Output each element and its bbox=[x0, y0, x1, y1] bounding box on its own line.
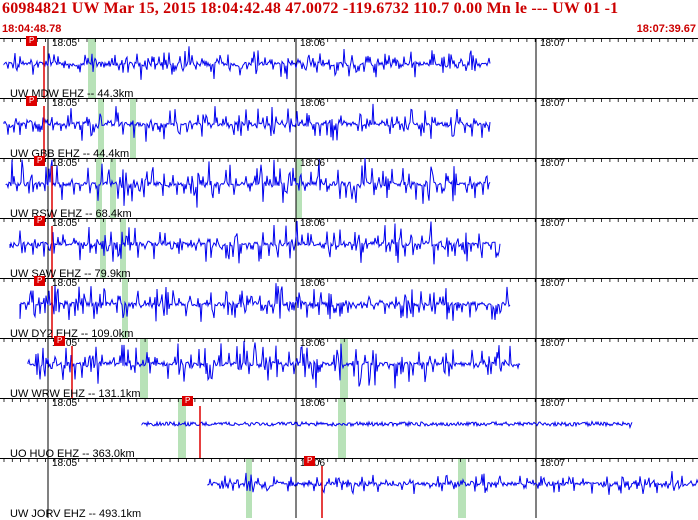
time-tick-label: 18:05 bbox=[52, 38, 78, 49]
time-tick-label: 18:05 bbox=[52, 458, 78, 469]
pick-marker[interactable]: P bbox=[54, 336, 66, 346]
analysis-window bbox=[140, 338, 148, 398]
trace-panel[interactable]: 18:0518:0618:07PUW JORV EHZ -- 493.1km bbox=[0, 456, 698, 520]
pick-marker[interactable]: P bbox=[26, 36, 38, 46]
pick-marker[interactable]: P bbox=[34, 276, 46, 286]
waveform bbox=[5, 158, 491, 208]
time-tick-label: 18:05 bbox=[52, 278, 78, 289]
analysis-window bbox=[338, 398, 346, 458]
trace-panel[interactable]: 18:0518:0618:07PUW WRW EHZ -- 131.1km bbox=[0, 336, 698, 400]
analysis-window bbox=[458, 458, 466, 518]
time-tick-label: 18:06 bbox=[300, 338, 326, 349]
end-time: 18:07:39.67 bbox=[636, 23, 696, 35]
time-tick-label: 18:07 bbox=[540, 398, 566, 409]
trace-panel[interactable]: 18:05 18:06 18:07 P UW RSW EHZ -- 68.4km bbox=[0, 156, 698, 220]
time-tick-label: 18:06 bbox=[300, 398, 326, 409]
pick-marker[interactable]: P bbox=[182, 396, 194, 406]
time-tick-label: 18:07 bbox=[540, 218, 566, 229]
pick-marker[interactable]: P bbox=[26, 96, 38, 106]
waveform bbox=[9, 220, 501, 265]
time-tick-label: 18:05 bbox=[52, 158, 78, 169]
trace-panel[interactable]: 18:05 18:06 18:07 P UW SAW EHZ -- 79.9km bbox=[0, 216, 698, 280]
pick-marker[interactable]: P bbox=[304, 456, 316, 466]
pick-marker[interactable]: P bbox=[34, 156, 46, 166]
time-tick-label: 18:07 bbox=[540, 158, 566, 169]
time-tick-label: 18:06 bbox=[300, 158, 326, 169]
time-tick-label: 18:07 bbox=[540, 278, 566, 289]
waveform bbox=[19, 283, 511, 322]
trace-panel[interactable]: 18:05 18:06 18:07 P UW MDW EHZ -- 44.3km bbox=[0, 36, 698, 100]
time-tick-label: 18:07 bbox=[540, 338, 566, 349]
waveform bbox=[207, 471, 698, 496]
time-tick-label: 18:07 bbox=[540, 98, 566, 109]
waveform bbox=[3, 46, 491, 80]
time-tick-label: 18:05 bbox=[52, 98, 78, 109]
start-time: 18:04:48.78 bbox=[2, 23, 62, 35]
time-tick-label: 18:07 bbox=[540, 458, 566, 469]
time-tick-label: 18:05 bbox=[52, 218, 78, 229]
station-label: UW JORV EHZ -- 493.1km bbox=[10, 508, 142, 520]
trace-panel[interactable]: 18:05 18:06 18:07 P UW DY2 EHZ -- 109.0km bbox=[0, 276, 698, 340]
time-tick-label: 18:07 bbox=[540, 38, 566, 49]
analysis-window bbox=[178, 398, 186, 458]
event-title: 60984821 UW Mar 15, 2015 18:04:42.48 47.… bbox=[2, 0, 619, 17]
time-tick-label: 18:06 bbox=[300, 98, 326, 109]
time-tick-label: 18:06 bbox=[300, 278, 326, 289]
time-tick-label: 18:06 bbox=[300, 38, 326, 49]
trace-panel[interactable]: 18:05 18:06 18:07 P UO HUO EHZ -- 363.0km bbox=[0, 396, 698, 460]
waveform bbox=[3, 103, 491, 142]
time-tick-label: 18:05 bbox=[52, 398, 78, 409]
waveform bbox=[27, 340, 521, 389]
waveform bbox=[141, 420, 633, 430]
time-tick-label: 18:06 bbox=[300, 218, 326, 229]
pick-marker[interactable]: P bbox=[34, 216, 46, 226]
trace-panel[interactable]: 18:05 18:06 18:07 P UW GBB EHZ -- 44.4km bbox=[0, 96, 698, 160]
